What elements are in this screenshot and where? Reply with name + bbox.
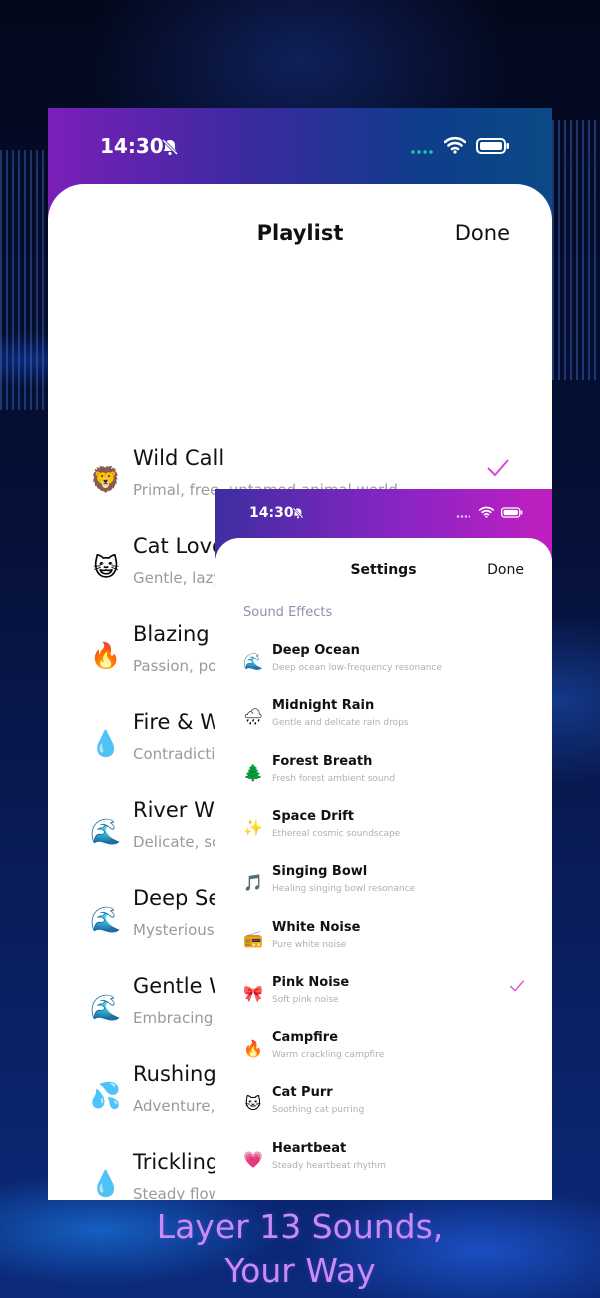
sound-effect-subtitle: Steady heartbeat rhythm [272, 1160, 386, 1171]
sound-effect-title: Space Drift [272, 808, 355, 824]
playlist-row-subtitle: Passion, po [133, 657, 218, 675]
droplet-icon: 💧 [90, 729, 122, 758]
sound-effect-title: Pink Noise [272, 974, 350, 990]
sound-effect-title: White Noise [272, 919, 361, 935]
checkmark-icon [509, 980, 525, 992]
sound-effect-row[interactable]: 📻 White Noise Pure white noise [215, 920, 552, 975]
sound-effect-subtitle: Warm crackling campfire [272, 1050, 385, 1061]
sound-effect-row[interactable]: 🌊 Deep Ocean Deep ocean low-frequency reso… [215, 643, 552, 698]
wave-icon: 🌊 [243, 652, 263, 671]
sound-effect-row[interactable]: 🌧 Midnight Rain Gentle and delicate rain d… [215, 698, 552, 753]
sound-effect-subtitle: Ethereal cosmic soundscape [272, 828, 401, 839]
sound-effect-subtitle: Soft pink noise [272, 994, 339, 1005]
playlist-row-title: River Wh [133, 798, 229, 822]
sound-effect-title: Campfire [272, 1030, 339, 1046]
sound-effect-row[interactable]: 💗 Heartbeat Steady heartbeat rhythm [215, 1141, 552, 1196]
heart-icon: 💗 [243, 1149, 263, 1169]
tagline: Layer 13 Sounds, Your Way [0, 1205, 600, 1293]
sound-effect-subtitle: Fresh forest ambient sound [272, 773, 396, 784]
signal-dots-icon [456, 515, 470, 518]
sound-effect-title: Heartbeat [272, 1140, 347, 1156]
sound-effect-row[interactable]: 🎀 Pink Noise Soft pink noise [215, 975, 552, 1030]
sparkles-icon: ✨ [243, 817, 263, 837]
signal-dots-icon [410, 150, 434, 154]
sound-effect-title: Midnight Rain [272, 698, 375, 714]
wave-icon: 🌊 [90, 993, 122, 1022]
droplet-icon: 💧 [90, 1169, 122, 1198]
sound-effect-subtitle: Soothing cat purring [272, 1105, 365, 1116]
sound-effect-title: Deep Ocean [272, 643, 360, 658]
sound-effect-row[interactable]: 🐱 Cat Purr Soothing cat purring [215, 1085, 552, 1140]
wave-icon: 🌊 [90, 905, 122, 934]
sound-effect-title: Singing Bowl [272, 864, 368, 880]
playlist-row-title: Fire & W [133, 710, 221, 734]
music-note-icon: 🎵 [243, 873, 263, 893]
sound-effect-row[interactable]: ✨ Space Drift Ethereal cosmic soundscape [215, 809, 552, 864]
wifi-icon [444, 136, 466, 154]
playlist-row-subtitle: Adventure, [133, 1097, 216, 1115]
battery-icon [501, 507, 523, 518]
radio-icon: 📻 [243, 928, 263, 948]
fire-icon: 🔥 [90, 641, 122, 670]
wifi-icon [479, 506, 494, 518]
sound-effect-subtitle: Pure white noise [272, 939, 347, 950]
settings-done-button[interactable]: Done [487, 562, 524, 578]
playlist-done-button[interactable]: Done [455, 221, 510, 245]
sound-effect-subtitle: Deep ocean low-frequency resonance [272, 663, 442, 673]
settings-phone-screen: 14:30 Settings Done Sound Effects 🌊 Deep … [215, 489, 552, 1200]
sound-effects-section-header: Sound Effects [243, 605, 333, 620]
playlist-row-subtitle: Steady flow [133, 1185, 221, 1200]
sound-effect-row[interactable]: 🔥 Campfire Warm crackling campfire [215, 1030, 552, 1085]
status-time: 14:30 [100, 134, 164, 158]
playlist-row-title: Deep Se [133, 886, 222, 910]
playlist-row-title: Rushing [133, 1062, 217, 1086]
cat-icon: 😺 [92, 553, 120, 582]
rain-icon: 🌧 [242, 707, 264, 727]
playlist-row-subtitle: Contradicti [133, 745, 216, 763]
playlist-row-subtitle: Mysterious, [133, 921, 220, 939]
background-light-streaks-right [552, 120, 600, 380]
checkmark-icon [487, 459, 509, 477]
sound-effect-title: Cat Purr [272, 1085, 333, 1101]
wave-icon: 🌊 [90, 817, 122, 846]
playlist-row-title: Trickling [133, 1150, 220, 1174]
lion-icon: 🦁 [90, 465, 122, 494]
cat-icon: 🐱 [244, 1094, 262, 1114]
ribbon-icon: 🎀 [243, 983, 263, 1003]
fire-icon: 🔥 [243, 1039, 263, 1059]
tagline-line-2: Your Way [224, 1251, 376, 1290]
tagline-line-1: Layer 13 Sounds, [156, 1207, 444, 1246]
splash-icon: 💦 [90, 1081, 122, 1110]
background-light-streaks [0, 150, 48, 410]
playlist-row-title: Wild Call [133, 446, 225, 470]
sound-effect-subtitle: Gentle and delicate rain drops [272, 718, 409, 729]
settings-status-time: 14:30 [249, 505, 294, 521]
tree-icon: 🌲 [243, 762, 263, 782]
sound-effect-subtitle: Healing singing bowl resonance [272, 884, 416, 895]
sound-effect-row[interactable]: 🌲 Forest Breath Fresh forest ambient sound [215, 754, 552, 809]
bell-muted-icon [161, 138, 179, 156]
sound-effect-row[interactable]: 🎵 Singing Bowl Healing singing bowl resona… [215, 864, 552, 919]
playlist-row-subtitle: Delicate, sc [133, 833, 221, 851]
bell-muted-icon [292, 507, 304, 519]
playlist-row-subtitle: Embracing, [133, 1009, 219, 1027]
battery-icon [476, 138, 509, 154]
sound-effect-title: Forest Breath [272, 753, 373, 769]
